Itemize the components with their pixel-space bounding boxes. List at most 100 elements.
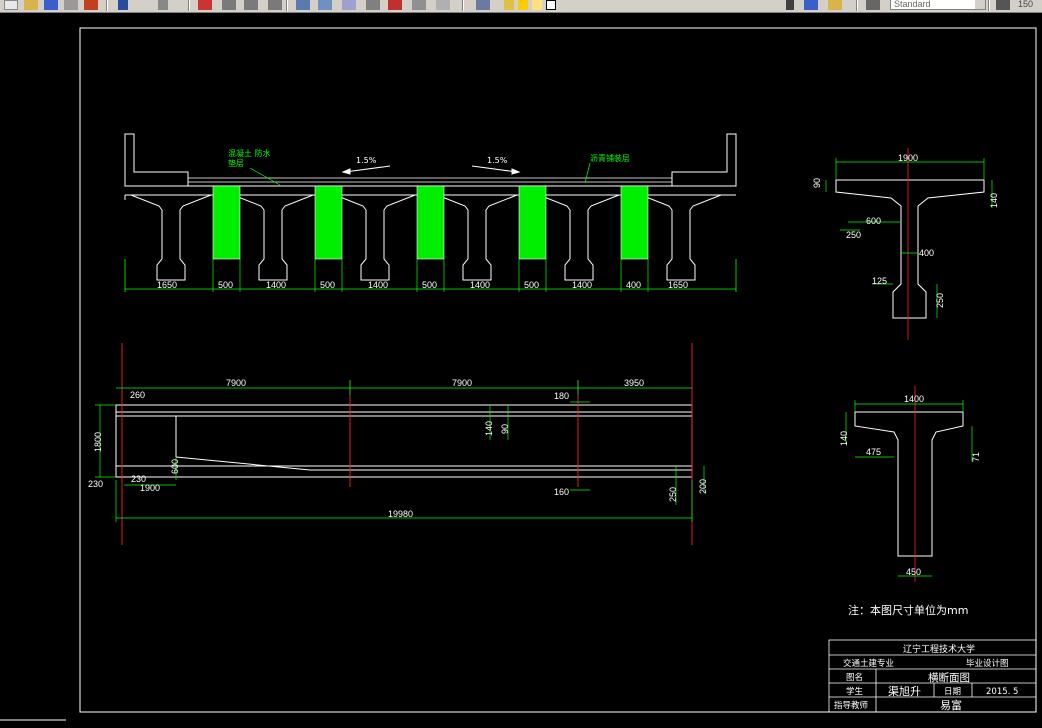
toolbar-separator <box>462 0 464 11</box>
toolbar-separator <box>988 0 990 11</box>
markup-icon[interactable] <box>388 0 402 10</box>
layer-manager-icon[interactable] <box>476 0 490 10</box>
dim-label: 1400 <box>266 280 286 290</box>
dim-label: 250 <box>935 293 945 308</box>
make-object-layer-current-icon[interactable] <box>804 0 818 10</box>
dim-label: 600 <box>866 216 881 226</box>
layer-color-icon[interactable] <box>546 0 556 10</box>
advisor-name: 易富 <box>940 698 962 712</box>
toolbar-separator <box>286 0 288 11</box>
girder-section <box>130 194 212 281</box>
wet-joints <box>212 185 649 260</box>
properties-icon[interactable] <box>296 0 310 10</box>
asphalt-label: 沥青铺装层 <box>590 153 630 163</box>
toolbar-separator <box>856 0 858 11</box>
dim-label: 1400 <box>470 280 490 290</box>
dim-label: 500 <box>422 280 437 290</box>
layer-lock-icon[interactable] <box>532 0 542 10</box>
dim-label: 1400 <box>368 280 388 290</box>
dim-label: 500 <box>218 280 233 290</box>
layer-dropdown-icon[interactable] <box>560 0 800 10</box>
sheet-set-icon[interactable] <box>366 0 380 10</box>
dim-label: 450 <box>906 567 921 577</box>
layer-state-icon[interactable] <box>504 0 514 10</box>
girder-section <box>640 194 722 281</box>
new-file-icon[interactable] <box>4 0 18 10</box>
drawing-canvas[interactable]: 1.5% 1.5% 混凝土 防水 垫层 沥青铺装层 1650 500 1400 500… <box>0 13 1042 719</box>
zoom-previous-icon[interactable] <box>268 0 282 10</box>
dim-label: 475 <box>866 447 881 457</box>
university-name: 辽宁工程技术大学 <box>903 643 975 655</box>
girder-section <box>538 194 620 281</box>
dim-label: 7900 <box>452 378 472 388</box>
help-icon[interactable] <box>436 0 450 10</box>
undo-icon[interactable] <box>118 0 128 10</box>
dim-label: 140 <box>484 421 494 436</box>
dim-label: 90 <box>500 424 510 434</box>
slope-left-label: 1.5% <box>356 156 377 165</box>
waterproof-label: 混凝土 防水 <box>228 148 271 158</box>
chevron-down-icon[interactable] <box>975 0 985 9</box>
dim-label: 500 <box>524 280 539 290</box>
toolbar-separator <box>106 0 108 11</box>
tool-palette-icon[interactable] <box>342 0 356 10</box>
dim-label: 140 <box>839 431 849 446</box>
girder-section <box>334 194 416 281</box>
layer-previous-icon[interactable] <box>828 0 842 10</box>
dim-label: 71 <box>971 452 981 462</box>
dim-label: 160 <box>554 487 569 497</box>
dim-label: 500 <box>320 280 335 290</box>
dim-label: 250 <box>846 230 861 240</box>
dim-label: 180 <box>554 391 569 401</box>
cut-icon[interactable] <box>84 0 98 10</box>
redo-icon[interactable] <box>158 0 168 10</box>
advisor-label: 指导教师 <box>834 700 869 711</box>
text-style-icon[interactable] <box>866 0 880 10</box>
t-section-bottom-drawing <box>854 411 964 557</box>
girder-section <box>232 194 314 281</box>
dim-label: 1400 <box>904 394 924 404</box>
dim-label: 140 <box>989 193 999 208</box>
student-label: 学生 <box>846 686 864 697</box>
t-section-top-drawing <box>835 179 985 319</box>
units-note: 注：本图尺寸单位为mm <box>848 603 968 617</box>
waterproof-label-2: 垫层 <box>228 158 244 168</box>
girder-section <box>436 194 518 281</box>
dim-label: 3950 <box>624 378 644 388</box>
dimension-style-icon[interactable] <box>996 0 1010 10</box>
t-section-bottom-dims <box>845 400 973 577</box>
date-value: 2015. 5 <box>986 687 1018 697</box>
print-icon[interactable] <box>64 0 78 10</box>
zoom-window-icon[interactable] <box>244 0 258 10</box>
toolbar: Standard 150 <box>0 0 1042 13</box>
slope-arrows <box>341 165 521 175</box>
scale-readout: 150 <box>1018 0 1034 9</box>
dim-label: 400 <box>626 280 641 290</box>
dim-label: 125 <box>872 276 887 286</box>
text-style-value: Standard <box>894 0 931 9</box>
dim-label: 90 <box>812 178 822 188</box>
dim-label: 1400 <box>572 280 592 290</box>
design-center-icon[interactable] <box>318 0 332 10</box>
dim-label: 1900 <box>140 483 160 493</box>
pan-icon[interactable] <box>198 0 212 10</box>
dim-label: 230 <box>88 479 103 489</box>
dim-label: 1800 <box>93 432 103 452</box>
toolbar-separator <box>188 0 190 11</box>
zoom-realtime-icon[interactable] <box>222 0 236 10</box>
dim-label: 260 <box>130 390 145 400</box>
drawing-name-label: 图名 <box>846 672 863 683</box>
dim-label: 600 <box>170 459 180 474</box>
status-strip <box>0 719 70 728</box>
layer-freeze-icon[interactable] <box>518 0 528 10</box>
dim-label: 250 <box>668 487 678 502</box>
save-icon[interactable] <box>44 0 58 10</box>
dim-label: 1650 <box>668 280 688 290</box>
major-name: 交通土建专业 <box>843 658 894 669</box>
calculator-icon[interactable] <box>412 0 426 10</box>
dim-label: 1900 <box>898 153 918 163</box>
open-folder-icon[interactable] <box>24 0 38 10</box>
dim-label: 7900 <box>226 378 246 388</box>
chevron-down-icon[interactable] <box>786 0 794 10</box>
text-style-dropdown[interactable]: Standard <box>890 0 986 10</box>
